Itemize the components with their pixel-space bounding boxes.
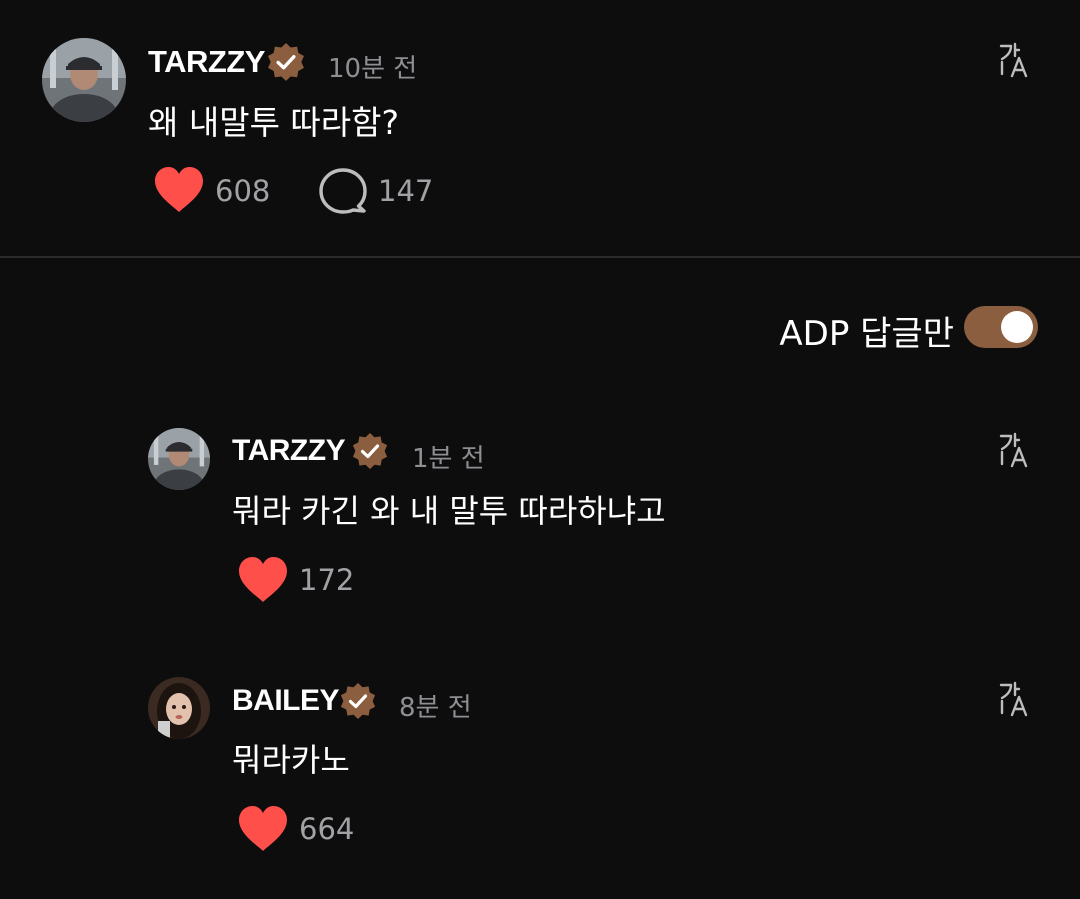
post-username[interactable]: TARZZY (148, 44, 265, 80)
reply-text: 뭐라카노 (232, 741, 350, 779)
translate-icon[interactable] (998, 432, 1034, 470)
like-count: 172 (299, 563, 355, 597)
post-text: 왜 내말투 따라함? (148, 103, 400, 142)
adp-replies-only-toggle[interactable] (964, 306, 1038, 348)
like-count: 664 (299, 812, 355, 846)
verified-badge-icon (265, 42, 307, 84)
heart-icon[interactable] (237, 805, 289, 853)
verified-badge-icon (338, 682, 378, 722)
adp-replies-only-label: ADP 답글만 (779, 314, 954, 354)
avatar[interactable] (148, 677, 210, 739)
translate-icon[interactable] (998, 42, 1034, 80)
divider (0, 256, 1080, 258)
verified-badge-icon (350, 432, 390, 472)
post-time: 10분 전 (328, 54, 418, 84)
avatar[interactable] (148, 428, 210, 490)
toggle-knob (1001, 311, 1033, 343)
reply-username[interactable]: TARZZY (232, 434, 346, 468)
comment-count: 147 (378, 174, 434, 208)
reply-username[interactable]: BAILEY (232, 684, 340, 718)
translate-icon[interactable] (998, 681, 1034, 719)
reply-time: 1분 전 (412, 444, 485, 474)
heart-icon[interactable] (237, 556, 289, 604)
comment-bubble-icon[interactable] (318, 166, 368, 216)
heart-icon[interactable] (153, 166, 205, 214)
avatar[interactable] (42, 38, 126, 122)
reply-time: 8분 전 (399, 693, 472, 723)
reply-text: 뭐라 카긴 와 내 말투 따라하냐고 (232, 492, 666, 530)
like-count: 608 (215, 174, 271, 208)
